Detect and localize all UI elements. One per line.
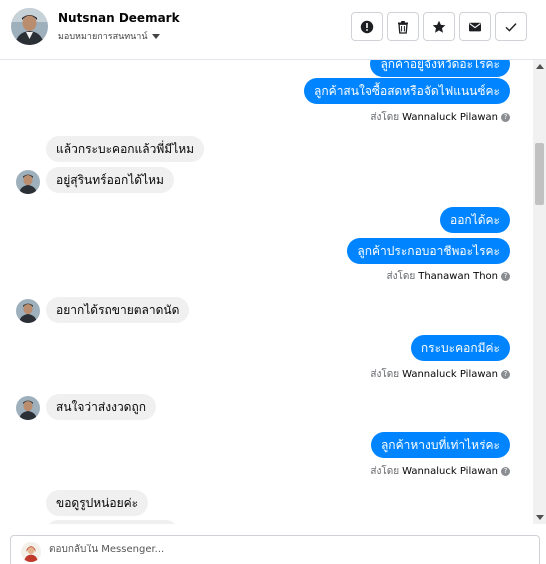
sent-by-prefix: ส่งโดย	[370, 112, 400, 123]
conversation-header: Nutsnan Deemark มอบหมายการสนทนาน์	[0, 0, 546, 60]
contact-name[interactable]: Nutsnan Deemark	[58, 11, 180, 25]
contact-avatar[interactable]	[11, 8, 48, 45]
help-icon[interactable]: ?	[501, 272, 510, 281]
incoming-message: สนใจว่าส่งงวดถูก	[46, 394, 156, 420]
scroll-up-arrow-icon[interactable]	[536, 64, 544, 69]
assign-conversation-label: มอบหมายการสนทนาน์	[58, 32, 148, 42]
mark-spam-button[interactable]	[351, 12, 383, 41]
outgoing-message: ลูกค้าอยู่จังหวัดอะไรคะ	[370, 60, 510, 77]
reply-composer	[10, 535, 540, 564]
incoming-message: อยากได้รถขายตลาดนัด	[46, 297, 190, 323]
reply-input[interactable]	[49, 544, 489, 555]
outgoing-message: ลูกค้าประกอบอาชีพอะไรคะ	[347, 238, 510, 264]
sent-by-prefix: ส่งโดย	[386, 271, 416, 282]
chevron-down-icon	[151, 33, 160, 39]
delete-button[interactable]	[387, 12, 419, 41]
scroll-down-arrow-icon[interactable]	[536, 515, 544, 520]
message-thread[interactable]: ลูกค้าอยู่จังหวัดอะไรคะ ลูกค้าสนใจซื้อสด…	[0, 60, 532, 524]
sent-by-label: ส่งโดย Thanawan Thon ?	[387, 269, 510, 284]
thread-scrollbar[interactable]	[533, 60, 546, 524]
mark-unread-button[interactable]	[459, 12, 491, 41]
assign-conversation-dropdown[interactable]: มอบหมายการสนทนาน์	[58, 29, 160, 43]
incoming-message: ขอดูรูปหน่อยค่ะ	[46, 490, 149, 516]
help-icon[interactable]: ?	[501, 113, 510, 122]
star-button[interactable]	[423, 12, 455, 41]
outgoing-message: กระบะคอกมีค่ะ	[410, 335, 510, 361]
mark-done-button[interactable]	[495, 12, 527, 41]
sender-name: Wannaluck Pilawan	[402, 466, 498, 477]
sent-by-label: ส่งโดย Wannaluck Pilawan ?	[370, 110, 510, 125]
alert-icon	[360, 20, 374, 33]
contact-avatar-small[interactable]	[16, 299, 40, 323]
incoming-message: แล้วกระบะคอกแล้วพี่มีไหม	[46, 136, 205, 162]
checkmark-icon	[505, 22, 517, 32]
help-icon[interactable]: ?	[501, 467, 510, 476]
scroll-thumb[interactable]	[535, 143, 544, 205]
sent-by-prefix: ส่งโดย	[370, 369, 400, 380]
sender-name: Wannaluck Pilawan	[402, 369, 498, 380]
incoming-message-partial	[46, 520, 178, 524]
sent-by-prefix: ส่งโดย	[370, 466, 400, 477]
envelope-icon	[469, 22, 481, 31]
contact-avatar-small[interactable]	[16, 396, 40, 420]
star-icon	[432, 20, 446, 33]
trash-icon	[398, 20, 408, 34]
outgoing-message: ลูกค้าหางบที่เท่าไหร่คะ	[370, 432, 510, 458]
sender-name: Wannaluck Pilawan	[402, 112, 498, 123]
sent-by-label: ส่งโดย Wannaluck Pilawan ?	[370, 367, 510, 382]
conversation-actions	[351, 12, 527, 41]
contact-avatar-small[interactable]	[16, 170, 40, 194]
outgoing-message: ออกได้คะ	[440, 207, 510, 233]
sent-by-label: ส่งโดย Wannaluck Pilawan ?	[370, 464, 510, 479]
sender-name: Thanawan Thon	[418, 271, 498, 282]
outgoing-message: ลูกค้าสนใจซื้อสดหรือจัดไฟแนนซ์คะ	[304, 78, 510, 104]
incoming-message: อยู่สุรินทร์ออกได้ไหม	[46, 167, 174, 193]
page-avatar	[21, 542, 41, 562]
help-icon[interactable]: ?	[501, 370, 510, 379]
